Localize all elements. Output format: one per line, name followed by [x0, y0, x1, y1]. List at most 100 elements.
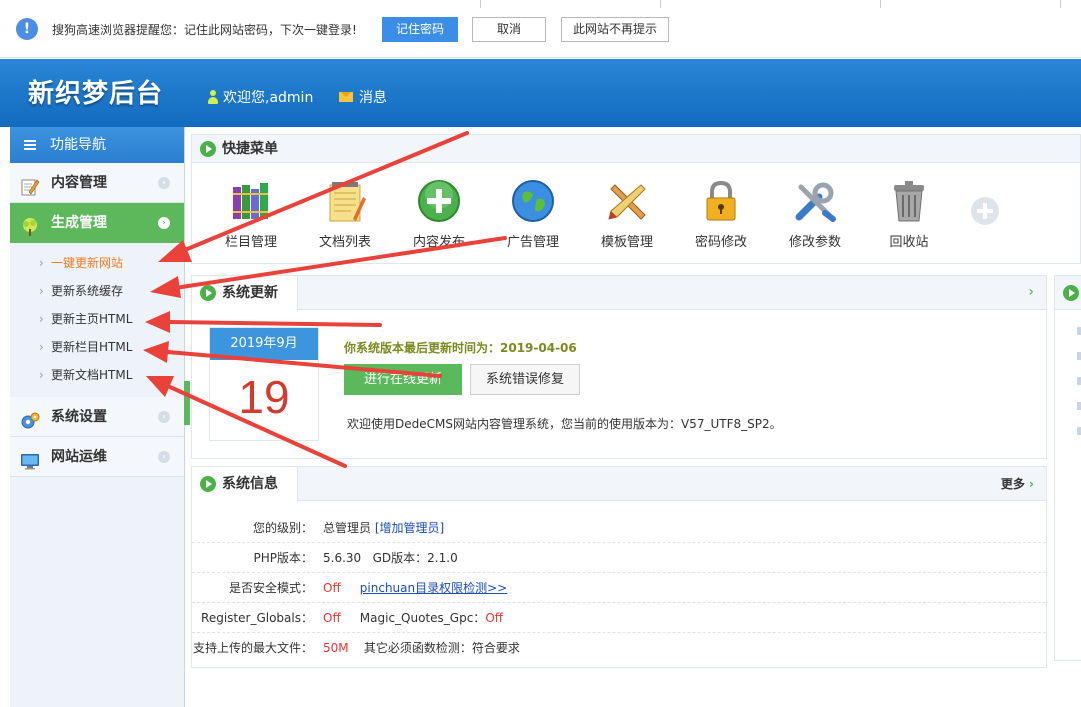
remember-password-button[interactable]: 记住密码	[382, 17, 458, 42]
chevron-right-icon: ›	[158, 217, 170, 229]
quick-item-publish[interactable]: 内容发布	[399, 179, 479, 250]
welcome-user[interactable]: 欢迎您,admin	[208, 87, 313, 107]
sidebar-item-label: 内容管理	[51, 175, 107, 191]
add-shortcut-button[interactable]	[945, 195, 1025, 231]
info-row-level: 您的级别： 总管理员 [增加管理员]	[192, 513, 1046, 543]
list-bullet	[1077, 402, 1081, 410]
trash-icon	[887, 179, 931, 223]
tree-icon	[20, 213, 40, 236]
tab-label: 系统信息	[222, 476, 278, 492]
edit-note-icon	[20, 173, 40, 196]
quick-item-password[interactable]: 密码修改	[681, 179, 761, 250]
system-update-panel: 系统更新 › 2019年9月 19 你系统版本最后更新时间为：2019-04-0…	[191, 275, 1047, 459]
magic-quotes-value: Off	[485, 611, 504, 625]
welcome-text: 欢迎您,admin	[223, 90, 314, 106]
play-icon	[1063, 285, 1079, 301]
chevron-right-icon: ›	[158, 451, 170, 463]
sidebar-item-settings[interactable]: 系统设置 ›	[10, 397, 184, 437]
info-key: Register_Globals：	[201, 611, 313, 625]
info-key: 是否安全模式：	[228, 581, 313, 595]
quick-item-doc-list[interactable]: 文档列表	[305, 179, 385, 250]
list-bullet	[1077, 427, 1081, 435]
quick-item-label: 栏目管理	[224, 235, 277, 250]
sidebar-item-operations[interactable]: 网站运维 ›	[10, 437, 184, 477]
never-prompt-button[interactable]: 此网站不再提示	[561, 17, 669, 42]
notepad-icon	[323, 179, 367, 223]
repair-button[interactable]: 系统错误修复	[470, 364, 580, 395]
add-admin-link[interactable]: [增加管理员]	[375, 521, 444, 535]
info-value: 5.6.30 GD版本：2.1.0	[323, 543, 458, 573]
register-globals-value: Off	[323, 611, 341, 625]
info-value: Off Magic_Quotes_Gpc：Off	[323, 603, 503, 633]
quick-item-columns[interactable]: 栏目管理	[211, 179, 291, 250]
submenu-update-document-html[interactable]: 更新文档HTML	[10, 361, 184, 389]
permission-check-link[interactable]: pinchuan目录权限检测>>	[360, 581, 507, 595]
online-update-button[interactable]: 进行在线更新	[344, 364, 462, 395]
messages-label: 消息	[359, 90, 387, 106]
info-row-upload: 支持上传的最大文件： 50M 其它必须函数检测：符合要求	[192, 633, 1046, 663]
quick-item-templates[interactable]: 模板管理	[587, 179, 667, 250]
messages-link[interactable]: 消息	[339, 87, 387, 107]
chevron-right-icon: ›	[158, 177, 170, 189]
plus-circle-icon	[417, 179, 461, 223]
info-key: 支持上传的最大文件：	[192, 641, 313, 655]
quick-item-recycle[interactable]: 回收站	[869, 179, 949, 250]
books-icon	[229, 179, 273, 223]
chevron-right-icon[interactable]: ›	[1028, 284, 1034, 300]
right-panel-header	[1055, 276, 1081, 310]
php-version: 5.6.30	[323, 551, 362, 565]
sidebar-resize-handle[interactable]	[184, 381, 190, 425]
globe-icon	[511, 179, 555, 223]
quick-menu-title: 快捷菜单	[222, 141, 278, 157]
submenu-update-cache[interactable]: 更新系统缓存	[10, 277, 184, 305]
submenu-update-column-html[interactable]: 更新栏目HTML	[10, 333, 184, 361]
gd-version: GD版本：2.1.0	[372, 551, 458, 565]
quick-item-label: 内容发布	[412, 235, 465, 250]
envelope-icon	[339, 92, 353, 102]
info-value: Off pinchuan目录权限检测>>	[323, 573, 507, 603]
safe-mode-value: Off	[323, 581, 341, 595]
sidebar-item-generate[interactable]: 生成管理 ›	[10, 203, 184, 243]
sidebar: 功能导航 内容管理 › 生成管理 › 一键更新网站 更新系统缓存 更新主页HTM…	[10, 127, 185, 707]
sidebar-item-label: 生成管理	[51, 215, 107, 231]
quick-item-label: 文档列表	[318, 235, 371, 250]
generate-submenu: 一键更新网站 更新系统缓存 更新主页HTML 更新栏目HTML 更新文档HTML	[10, 243, 184, 397]
user-icon	[208, 90, 218, 104]
info-icon: !	[16, 18, 38, 40]
sidebar-item-content[interactable]: 内容管理 ›	[10, 163, 184, 203]
submenu-one-click-update[interactable]: 一键更新网站	[10, 249, 184, 277]
tools-icon	[793, 179, 837, 223]
quick-menu-header: 快捷菜单	[192, 135, 1080, 163]
level-value: 总管理员	[323, 521, 372, 535]
right-side-panel	[1054, 275, 1081, 661]
sidebar-title-label: 功能导航	[50, 137, 106, 153]
sidebar-item-label: 系统设置	[51, 409, 107, 425]
tab-system-update[interactable]: 系统更新	[192, 276, 298, 311]
monitor-icon	[20, 447, 40, 470]
system-info-header: 系统信息 更多 ›	[192, 467, 1046, 502]
tab-system-info[interactable]: 系统信息	[192, 467, 298, 502]
submenu-update-home-html[interactable]: 更新主页HTML	[10, 305, 184, 333]
info-row-php: PHP版本： 5.6.30 GD版本：2.1.0	[192, 543, 1046, 573]
tab-label: 系统更新	[222, 285, 278, 301]
quick-item-label: 广告管理	[506, 235, 559, 250]
quick-item-ads[interactable]: 广告管理	[493, 179, 573, 250]
info-key: PHP版本：	[253, 551, 314, 565]
list-bullet	[1077, 352, 1081, 360]
site-logo: 新织梦后台	[28, 79, 164, 109]
sidebar-title: 功能导航	[10, 127, 184, 163]
system-update-header: 系统更新 ›	[192, 276, 1046, 311]
play-icon	[200, 476, 216, 492]
sidebar-item-label: 网站运维	[51, 449, 107, 465]
more-link[interactable]: 更多 ›	[1001, 475, 1034, 492]
cancel-button[interactable]: 取消	[472, 17, 546, 42]
quick-item-label: 模板管理	[600, 235, 653, 250]
lock-icon	[699, 179, 743, 223]
chevron-right-icon: ›	[1029, 477, 1034, 491]
calendar-widget: 2019年9月 19	[209, 327, 319, 441]
quick-item-parameters[interactable]: 修改参数	[775, 179, 855, 250]
info-row-globals: Register_Globals： Off Magic_Quotes_Gpc：O…	[192, 603, 1046, 633]
calendar-month: 2019年9月	[210, 328, 318, 360]
quick-item-label: 密码修改	[694, 235, 747, 250]
play-icon	[200, 285, 216, 301]
